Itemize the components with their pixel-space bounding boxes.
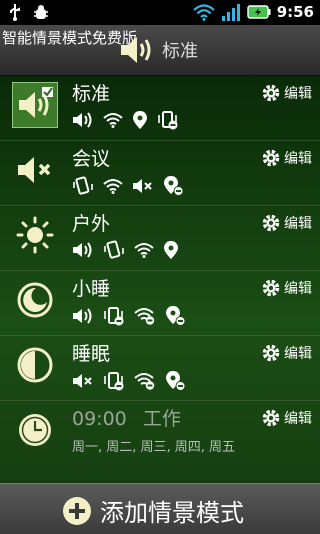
moon-icon bbox=[15, 280, 55, 320]
vibrate-off-icon bbox=[103, 306, 125, 326]
profile-row-outdoor[interactable]: 户外 编辑 bbox=[0, 206, 320, 271]
edit-label: 编辑 bbox=[284, 151, 312, 167]
timer-row[interactable]: 09:00 工作 周一, 周二, 周三, 周四, 周五 编辑 bbox=[0, 401, 320, 465]
bottom-bar: 添加情景模式 bbox=[0, 483, 320, 534]
wifi-icon bbox=[192, 3, 215, 21]
profile-row-nap[interactable]: 小睡 编辑 bbox=[0, 271, 320, 336]
profile-row-standard[interactable]: 标准 编辑 bbox=[0, 76, 320, 141]
usb-icon bbox=[8, 3, 22, 21]
add-profile-label: 添加情景模式 bbox=[100, 499, 244, 527]
location-icon bbox=[163, 240, 179, 260]
gear-icon bbox=[260, 212, 282, 234]
edit-button[interactable]: 编辑 bbox=[260, 82, 312, 104]
status-time: 9:56 bbox=[276, 3, 314, 21]
gear-icon bbox=[260, 342, 282, 364]
volume-on-icon bbox=[72, 111, 94, 129]
debug-icon bbox=[32, 3, 50, 21]
edit-label: 编辑 bbox=[284, 346, 312, 362]
edit-button[interactable]: 编辑 bbox=[260, 342, 312, 364]
edit-button[interactable]: 编辑 bbox=[260, 277, 312, 299]
wifi-icon bbox=[103, 112, 123, 128]
speaker-on-icon bbox=[15, 86, 55, 124]
profile-name: 睡眠 bbox=[72, 343, 111, 365]
wifi-off-icon bbox=[134, 307, 156, 325]
timer-title: 09:00 工作 bbox=[72, 404, 181, 431]
profile-name: 标准 bbox=[72, 83, 111, 105]
add-profile-button[interactable]: 添加情景模式 bbox=[62, 493, 244, 528]
sun-icon bbox=[15, 215, 55, 255]
speaker-on-icon bbox=[118, 33, 156, 67]
profile-status-icons bbox=[72, 305, 187, 327]
vibrate-off-icon bbox=[157, 110, 179, 130]
profile-name: 会议 bbox=[72, 148, 111, 170]
signal-icon bbox=[221, 3, 241, 21]
profile-name: 小睡 bbox=[72, 278, 111, 300]
title-bar: 智能情景模式免费版 标准 bbox=[0, 25, 320, 76]
location-icon bbox=[132, 110, 148, 130]
timer-time: 09:00 bbox=[72, 408, 127, 430]
speaker-mute-icon bbox=[15, 152, 55, 188]
gear-icon bbox=[260, 277, 282, 299]
volume-on-icon bbox=[72, 307, 94, 325]
timer-icon-box bbox=[12, 407, 58, 453]
location-off-icon bbox=[165, 370, 187, 392]
profile-list: 标准 编辑 会议 编辑 户外 编辑 小睡 编辑 睡眠 编辑 09:00 工作 周… bbox=[0, 76, 320, 483]
edit-label: 编辑 bbox=[284, 216, 312, 232]
profile-row-sleep[interactable]: 睡眠 编辑 bbox=[0, 336, 320, 401]
current-mode[interactable]: 标准 bbox=[118, 33, 198, 67]
current-mode-label: 标准 bbox=[162, 41, 198, 62]
profile-status-icons bbox=[72, 370, 187, 392]
location-off-icon bbox=[163, 175, 185, 197]
profile-row-meeting[interactable]: 会议 编辑 bbox=[0, 141, 320, 206]
gear-icon bbox=[260, 147, 282, 169]
edit-button[interactable]: 编辑 bbox=[260, 147, 312, 169]
vibrate-icon bbox=[72, 176, 94, 196]
wifi-icon bbox=[103, 178, 123, 194]
clock-icon bbox=[15, 410, 55, 450]
profile-status-icons bbox=[72, 240, 179, 260]
wifi-off-icon bbox=[134, 372, 156, 390]
gear-icon bbox=[260, 82, 282, 104]
profile-icon bbox=[12, 147, 58, 193]
edit-button[interactable]: 编辑 bbox=[260, 407, 312, 429]
volume-on-icon bbox=[72, 241, 94, 259]
app-title: 智能情景模式免费版 bbox=[2, 29, 138, 47]
profile-icon bbox=[12, 82, 58, 128]
profile-icon bbox=[12, 212, 58, 258]
profile-icon bbox=[12, 342, 58, 388]
half-moon-icon bbox=[15, 345, 55, 385]
status-bar: 9:56 bbox=[0, 0, 320, 25]
profile-status-icons bbox=[72, 175, 185, 197]
vibrate-off-icon bbox=[103, 371, 125, 391]
battery-icon bbox=[246, 4, 271, 20]
edit-label: 编辑 bbox=[284, 281, 312, 297]
edit-label: 编辑 bbox=[284, 411, 312, 427]
location-off-icon bbox=[165, 305, 187, 327]
plus-icon bbox=[62, 496, 92, 526]
edit-button[interactable]: 编辑 bbox=[260, 212, 312, 234]
wifi-icon bbox=[134, 242, 154, 258]
volume-mute-icon bbox=[132, 177, 154, 195]
timer-days: 周一, 周二, 周三, 周四, 周五 bbox=[72, 440, 236, 455]
profile-name: 户外 bbox=[72, 213, 111, 235]
vibrate-icon bbox=[103, 240, 125, 260]
edit-label: 编辑 bbox=[284, 86, 312, 102]
profile-icon bbox=[12, 277, 58, 323]
profile-status-icons bbox=[72, 110, 179, 130]
timer-profile: 工作 bbox=[142, 408, 181, 430]
volume-mute-icon bbox=[72, 372, 94, 390]
gear-icon bbox=[260, 407, 282, 429]
